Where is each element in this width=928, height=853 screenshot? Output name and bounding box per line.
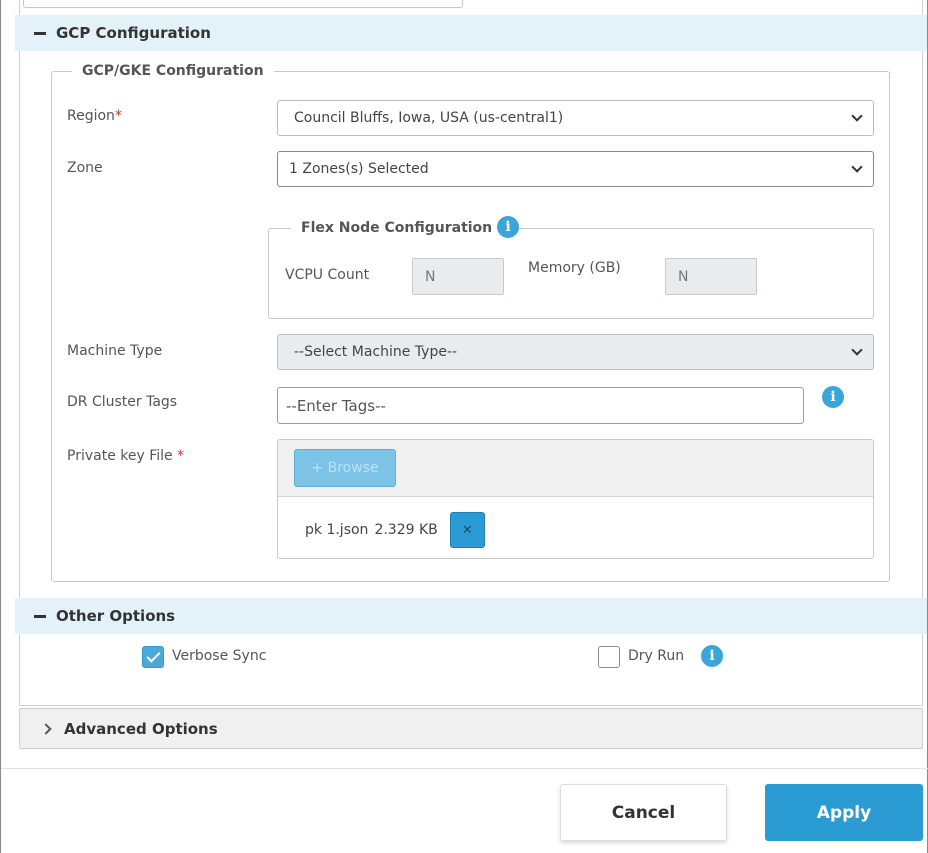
gcp-configuration-title: GCP Configuration — [56, 24, 211, 42]
cancel-button[interactable]: Cancel — [560, 784, 727, 841]
dr-cluster-tags-input[interactable]: --Enter Tags-- — [277, 387, 804, 424]
vcpu-count-input[interactable]: N — [412, 258, 504, 295]
info-icon[interactable]: i — [701, 645, 723, 667]
other-options-header[interactable]: Other Options — [15, 598, 927, 634]
region-select[interactable]: Council Bluffs, Iowa, USA (us-central1) — [277, 100, 874, 136]
chevron-down-icon — [851, 110, 863, 122]
minus-icon — [34, 31, 46, 35]
remove-file-button[interactable]: ✕ — [449, 512, 485, 548]
machine-type-value: --Select Machine Type-- — [294, 344, 458, 360]
close-icon: ✕ — [461, 522, 473, 538]
zone-label: Zone — [67, 160, 103, 176]
info-icon[interactable]: i — [497, 216, 519, 238]
chevron-down-icon — [851, 161, 863, 173]
footer-divider — [1, 768, 928, 769]
minus-icon — [34, 614, 46, 618]
info-icon[interactable]: i — [822, 386, 844, 408]
upload-toolbar: + Browse — [278, 440, 873, 497]
dry-run-label: Dry Run — [628, 648, 685, 664]
apply-button[interactable]: Apply — [765, 784, 923, 841]
flex-node-legend: Flex Node Configuration — [291, 220, 502, 236]
dr-cluster-tags-label: DR Cluster Tags — [67, 394, 178, 410]
machine-type-label: Machine Type — [67, 343, 163, 359]
chevron-right-icon — [40, 722, 52, 735]
region-label-text: Region — [67, 108, 115, 124]
gcp-configuration-header[interactable]: GCP Configuration — [15, 15, 927, 51]
vcpu-count-label: VCPU Count — [285, 267, 370, 283]
region-label: Region* — [67, 108, 122, 124]
browse-button[interactable]: + Browse — [294, 449, 396, 487]
dry-run-checkbox[interactable] — [598, 646, 620, 668]
dialog: GCP Configuration GCP/GKE Configuration … — [0, 0, 928, 853]
file-size: 2.329 KB — [374, 522, 438, 538]
verbose-sync-checkbox[interactable] — [142, 646, 164, 668]
flex-node-legend-text: Flex Node Configuration — [301, 220, 493, 236]
private-key-label-text: Private key File — [67, 448, 173, 464]
gke-configuration-legend: GCP/GKE Configuration — [82, 63, 264, 79]
memory-label: Memory (GB) — [528, 260, 621, 276]
private-key-upload: + Browse pk 1.json 2.329 KB ✕ — [277, 439, 874, 559]
required-marker: * — [177, 448, 185, 464]
uploaded-file: pk 1.json 2.329 KB ✕ — [305, 512, 485, 548]
required-marker: * — [114, 108, 122, 124]
memory-input[interactable]: N — [665, 258, 757, 295]
file-name: pk 1.json — [305, 522, 369, 538]
zone-value: 1 Zones(s) Selected — [289, 161, 429, 177]
verbose-sync-label: Verbose Sync — [172, 648, 267, 664]
advanced-options-title: Advanced Options — [64, 719, 218, 738]
advanced-options-header[interactable]: Advanced Options — [19, 708, 923, 749]
other-options-title: Other Options — [56, 607, 176, 625]
region-value: Council Bluffs, Iowa, USA (us-central1) — [294, 110, 564, 126]
private-key-label: Private key File * — [67, 448, 184, 464]
chevron-down-icon — [851, 344, 863, 356]
machine-type-select[interactable]: --Select Machine Type-- — [277, 334, 874, 370]
zone-select[interactable]: 1 Zones(s) Selected — [277, 151, 874, 187]
